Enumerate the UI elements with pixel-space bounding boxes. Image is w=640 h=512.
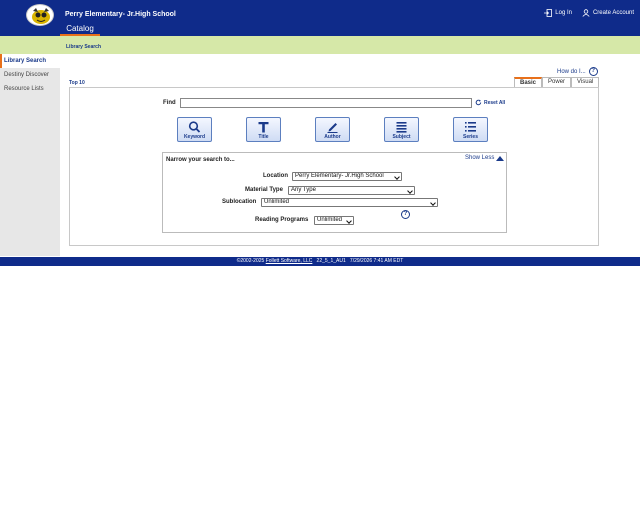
series-button[interactable]: Series xyxy=(453,117,488,142)
title-button[interactable]: Title xyxy=(246,117,281,142)
page-title: Library Search xyxy=(66,44,102,50)
login-link[interactable]: Log In xyxy=(544,9,572,17)
subject-button[interactable]: Subject xyxy=(384,117,419,142)
author-label: Author xyxy=(324,134,341,140)
top10-link[interactable]: Top 10 xyxy=(69,80,85,86)
collapse-up-icon xyxy=(496,155,505,161)
numbered-list-icon xyxy=(465,122,476,132)
search-type-buttons: Keyword Title Author Subject Series xyxy=(177,117,488,142)
user-icon xyxy=(582,9,590,17)
sidebar: Library Search Destiny Discover Resource… xyxy=(0,54,60,256)
account-links: Log In Create Account xyxy=(544,9,634,17)
find-input[interactable] xyxy=(180,98,472,108)
top-header: Perry Elementary- Jr.High School Catalog… xyxy=(0,0,640,36)
show-less-link[interactable]: Show Less xyxy=(465,155,505,161)
sidebar-item-library-search[interactable]: Library Search xyxy=(0,54,60,68)
keyword-label: Keyword xyxy=(183,134,206,140)
how-do-i-label: How do I... xyxy=(557,68,586,75)
sidebar-item-resource-lists[interactable]: Resource Lists xyxy=(0,82,60,96)
reading-programs-label: Reading Programs xyxy=(255,217,309,223)
subject-label: Subject xyxy=(392,134,411,140)
material-type-select[interactable]: Any Type xyxy=(288,186,415,195)
reset-all-button[interactable]: Reset All xyxy=(475,99,505,106)
keyword-button[interactable]: Keyword xyxy=(177,117,212,142)
material-type-label: Material Type xyxy=(245,187,283,193)
reading-help-icon[interactable]: ? xyxy=(401,210,410,219)
footer-timestamp: 7/29/2026 7:41 AM EDT xyxy=(349,258,404,264)
series-label: Series xyxy=(462,134,478,140)
tab-basic[interactable]: Basic xyxy=(514,77,543,87)
tab-catalog[interactable]: Catalog xyxy=(60,22,100,36)
show-less-label: Show Less xyxy=(465,155,495,161)
refresh-icon xyxy=(475,99,482,106)
create-account-label: Create Account xyxy=(592,10,634,16)
tab-power[interactable]: Power xyxy=(542,77,572,87)
school-name: Perry Elementary- Jr.High School xyxy=(65,11,176,18)
footer-copyright: ©2002-2025 xyxy=(236,258,265,264)
sublocation-label: Sublocation xyxy=(222,199,257,205)
find-label: Find xyxy=(163,100,176,106)
title-t-icon xyxy=(258,122,269,133)
search-mode-tabs: Basic Power Visual xyxy=(514,77,600,87)
narrow-title: Narrow your search to... xyxy=(166,157,235,163)
title-label: Title xyxy=(258,134,269,140)
help-icon: ? xyxy=(588,67,598,76)
school-logo xyxy=(26,4,54,26)
login-label: Log In xyxy=(555,10,572,16)
footer-version: 22_5_1_AU1 xyxy=(316,258,346,264)
reading-programs-select[interactable]: Unlimited xyxy=(314,216,354,225)
location-label: Location xyxy=(263,173,288,179)
reset-all-label: Reset All xyxy=(484,99,506,106)
subheader-bar: Library Search xyxy=(0,36,640,54)
magnifier-icon xyxy=(188,121,201,133)
footer-company-link[interactable]: Follett Software, LLC xyxy=(266,258,313,264)
lines-icon xyxy=(396,122,407,133)
sublocation-select[interactable]: Unlimited xyxy=(261,198,438,207)
footer: ©2002-2025 Follett Software, LLC 22_5_1_… xyxy=(0,257,640,266)
location-select[interactable]: Perry Elementary- Jr.High School xyxy=(292,172,402,181)
login-icon xyxy=(544,9,553,17)
sidebar-item-destiny-discover[interactable]: Destiny Discover xyxy=(0,68,60,82)
tab-visual[interactable]: Visual xyxy=(571,77,600,87)
how-do-i-link[interactable]: How do I... ? xyxy=(557,67,598,76)
create-account-link[interactable]: Create Account xyxy=(582,9,634,17)
author-button[interactable]: Author xyxy=(315,117,350,142)
pen-icon xyxy=(327,123,338,133)
